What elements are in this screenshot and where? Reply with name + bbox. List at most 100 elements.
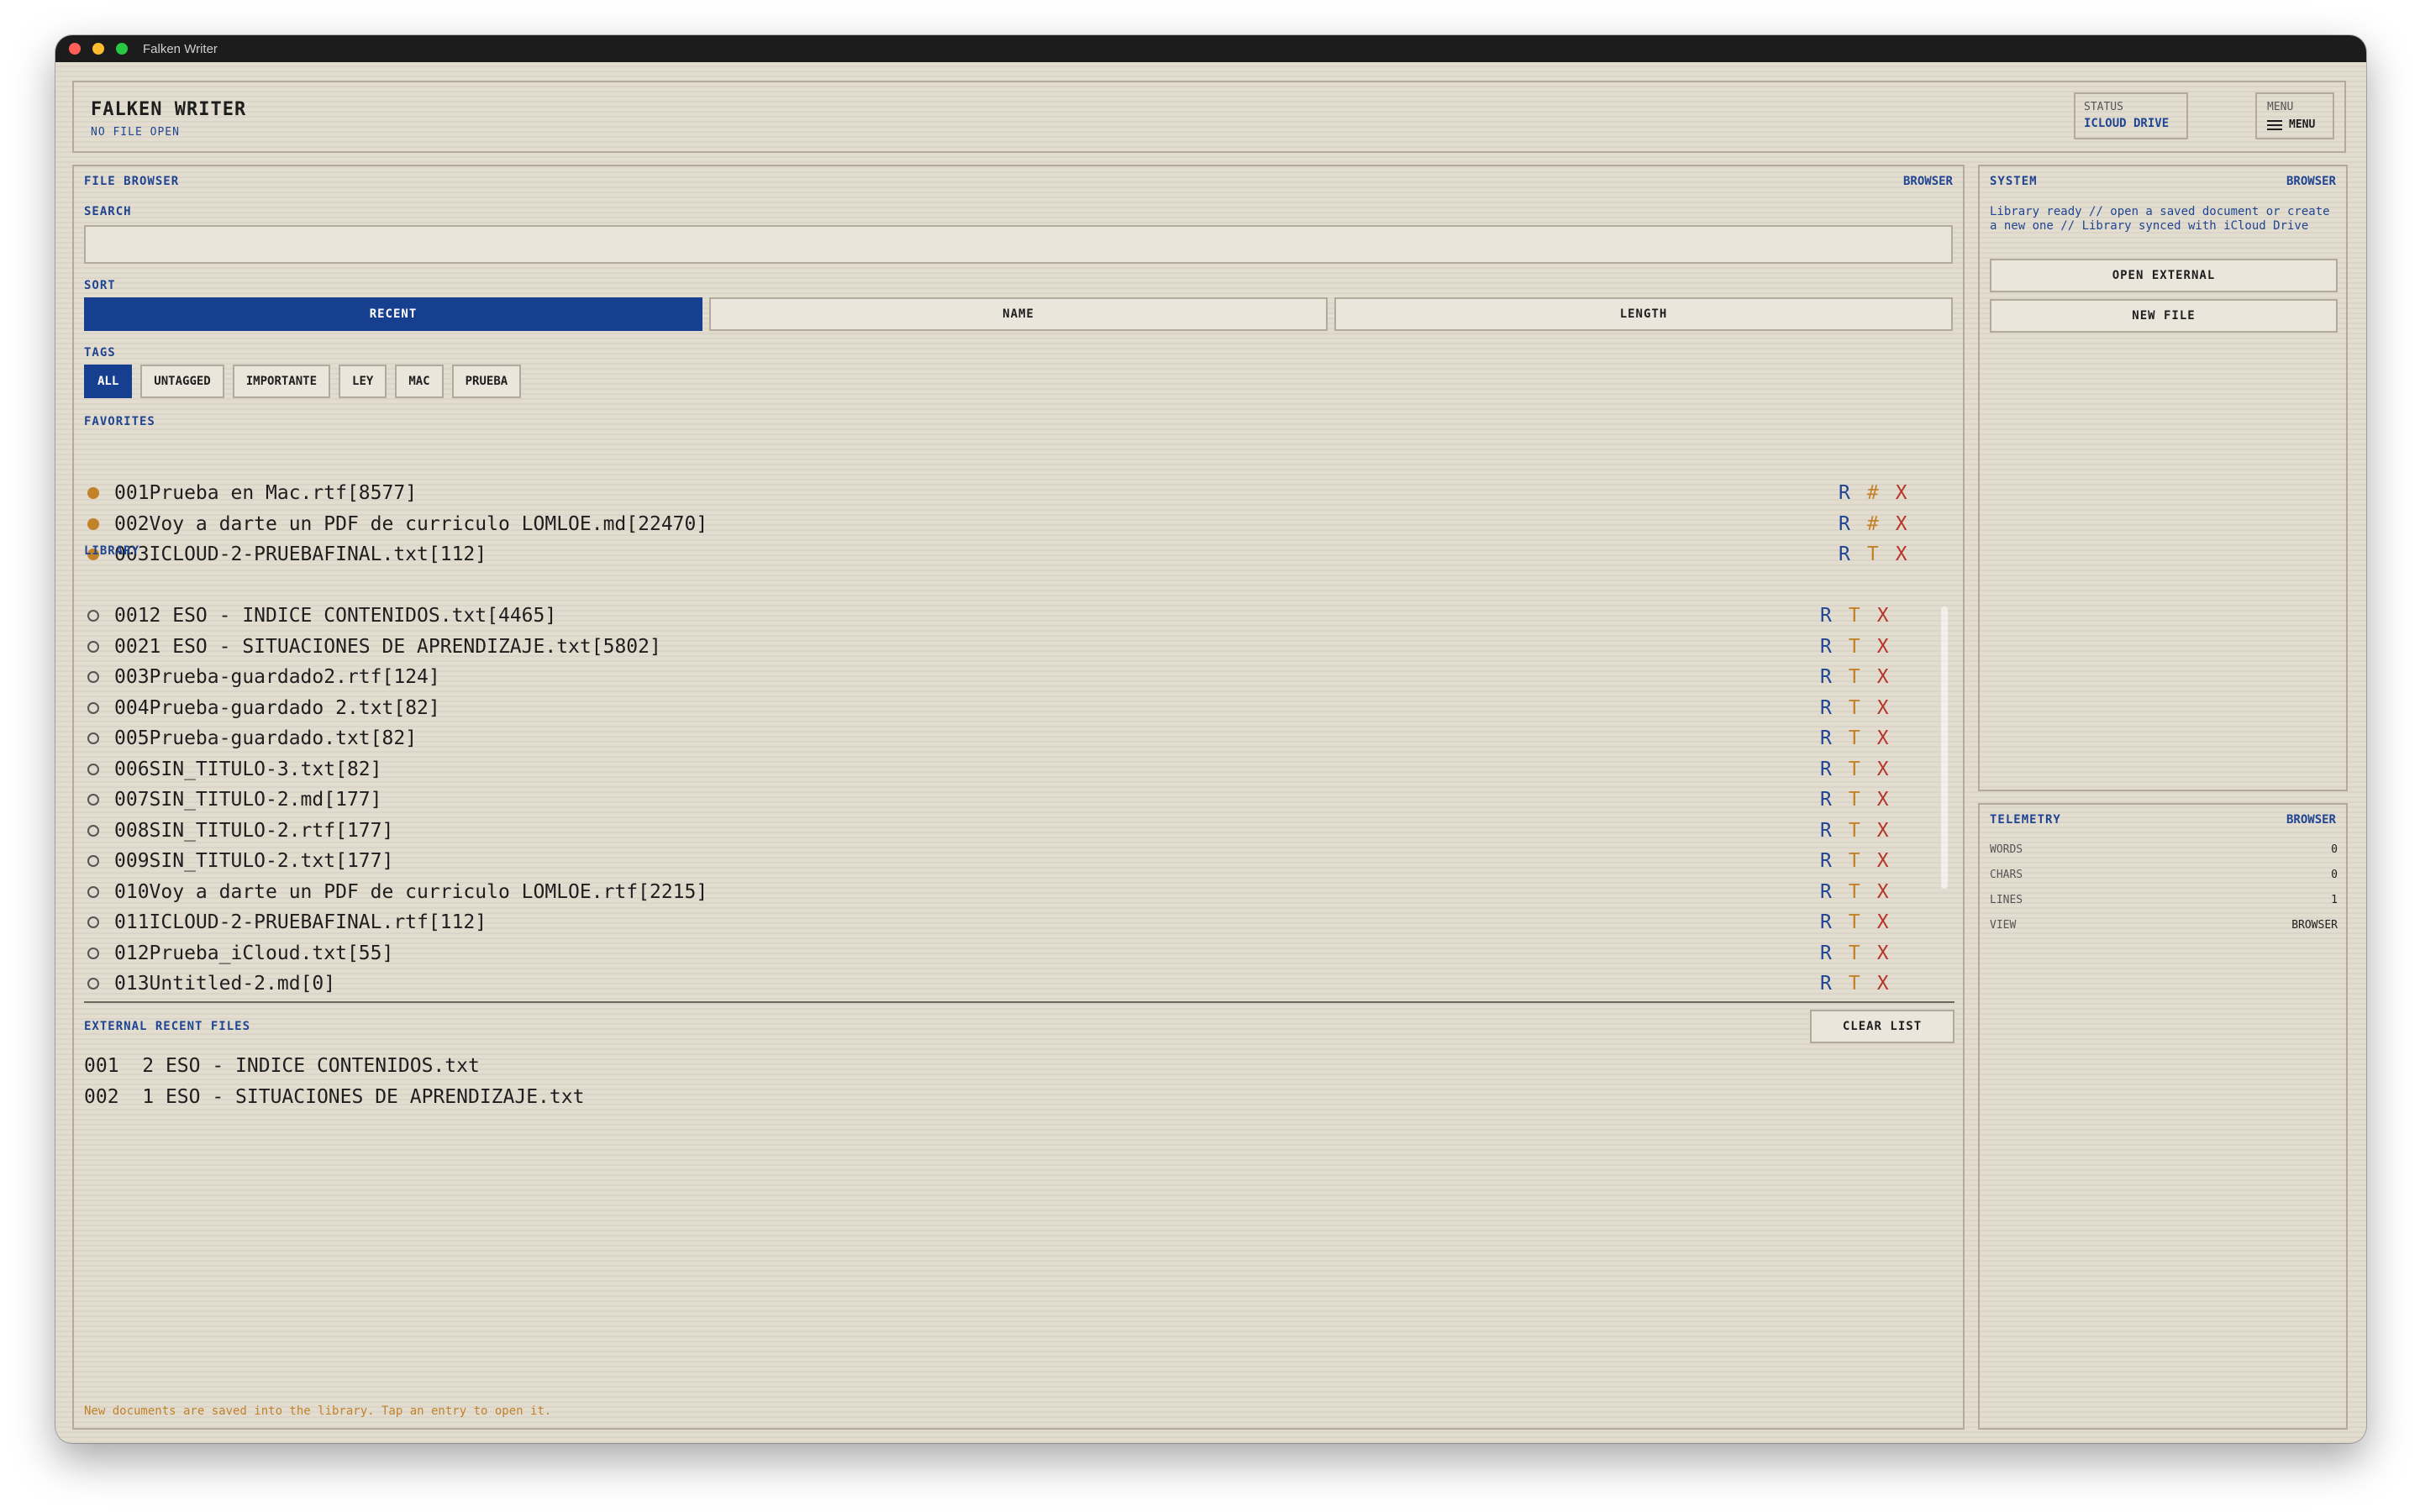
file-name: SIN_TITULO-2.rtf (149, 819, 336, 842)
tag-action-button[interactable]: T (1849, 973, 1860, 995)
tag-action-button[interactable]: T (1849, 605, 1860, 627)
minimize-window-button[interactable] (92, 43, 104, 55)
read-action-button[interactable]: R (1839, 513, 1850, 535)
tag-untagged[interactable]: UNTAGGED (140, 365, 224, 398)
search-input[interactable] (84, 225, 1953, 264)
read-action-button[interactable]: R (1820, 820, 1832, 842)
delete-action-button[interactable]: X (1877, 973, 1889, 995)
tag-action-button[interactable]: T (1849, 942, 1860, 964)
read-action-button[interactable]: R (1820, 881, 1832, 903)
delete-action-button[interactable]: X (1877, 605, 1889, 627)
tag-ley[interactable]: LEY (339, 365, 387, 398)
read-action-button[interactable]: R (1820, 666, 1832, 688)
delete-action-button[interactable]: X (1877, 881, 1889, 903)
read-action-button[interactable]: R (1820, 973, 1832, 995)
read-action-button[interactable]: R (1820, 850, 1832, 872)
telemetry-row: CHARS 0 (1990, 869, 2338, 881)
favorite-item[interactable]: 001 Prueba en Mac.rtf [8577] (84, 479, 417, 507)
external-file-item[interactable]: 002 1 ESO - SITUACIONES DE APRENDIZAJE.t… (84, 1086, 584, 1108)
delete-action-button[interactable]: X (1877, 850, 1889, 872)
tag-action-button[interactable]: T (1849, 911, 1860, 933)
row-actions: RTX (1820, 755, 1889, 784)
library-item[interactable]: 010 Voy a darte un PDF de curriculo LOML… (84, 878, 708, 906)
delete-action-button[interactable]: X (1896, 513, 1907, 535)
hamburger-icon (2267, 119, 2282, 130)
sort-length-button[interactable]: LENGTH (1334, 297, 1953, 331)
library-item[interactable]: 001 2 ESO - INDICE CONTENIDOS.txt [4465] (84, 601, 556, 630)
tag-action-button[interactable]: # (1867, 482, 1879, 504)
library-item[interactable]: 004 Prueba-guardado 2.txt [82] (84, 694, 440, 722)
clear-list-button[interactable]: CLEAR LIST (1810, 1010, 1954, 1043)
read-action-button[interactable]: R (1839, 482, 1850, 504)
delete-action-button[interactable]: X (1877, 820, 1889, 842)
read-action-button[interactable]: R (1820, 727, 1832, 749)
library-item[interactable]: 003 Prueba-guardado2.rtf [124] (84, 663, 440, 691)
read-action-button[interactable]: R (1839, 543, 1850, 565)
delete-action-button[interactable]: X (1877, 911, 1889, 933)
read-action-button[interactable]: R (1820, 911, 1832, 933)
library-item[interactable]: 002 1 ESO - SITUACIONES DE APRENDIZAJE.t… (84, 633, 661, 661)
open-external-button[interactable]: OPEN EXTERNAL (1990, 259, 2338, 292)
window-title: Falken Writer (143, 41, 218, 56)
maximize-window-button[interactable] (116, 43, 128, 55)
tag-prueba[interactable]: PRUEBA (451, 365, 522, 398)
tag-importante[interactable]: IMPORTANTE (232, 365, 331, 398)
delete-action-button[interactable]: X (1877, 636, 1889, 658)
library-item[interactable]: 008 SIN_TITULO-2.rtf [177] (84, 816, 393, 845)
sort-name-button[interactable]: NAME (709, 297, 1328, 331)
file-size: [82] (335, 758, 382, 780)
close-window-button[interactable] (69, 43, 81, 55)
library-item[interactable]: 007 SIN_TITULO-2.md [177] (84, 785, 382, 814)
new-file-button[interactable]: NEW FILE (1990, 299, 2338, 333)
library-item[interactable]: 006 SIN_TITULO-3.txt [82] (84, 755, 382, 784)
library-scrollbar[interactable] (1941, 606, 1948, 889)
file-size: [82] (393, 696, 440, 719)
delete-action-button[interactable]: X (1877, 666, 1889, 688)
menu-button-label: MENU (2289, 118, 2316, 131)
sort-recent-button[interactable]: RECENT (84, 297, 702, 331)
tags-label: TAGS (84, 346, 116, 360)
tag-action-button[interactable]: T (1849, 759, 1860, 780)
external-file-item[interactable]: 001 2 ESO - INDICE CONTENIDOS.txt (84, 1055, 480, 1077)
tag-action-button[interactable]: T (1849, 697, 1860, 719)
file-size: [2215] (638, 880, 708, 903)
tag-action-button[interactable]: T (1867, 543, 1879, 565)
tag-action-button[interactable]: T (1849, 789, 1860, 811)
menu-button[interactable]: MENU MENU (2255, 92, 2334, 139)
favorite-item[interactable]: 003 ICLOUD-2-PRUEBAFINAL.txt [112] (84, 540, 487, 569)
read-action-button[interactable]: R (1820, 759, 1832, 780)
tag-action-button[interactable]: # (1867, 513, 1879, 535)
telemetry-mode-label: BROWSER (2286, 813, 2336, 827)
file-number: 002 (84, 1085, 119, 1108)
file-name: ICLOUD-2-PRUEBAFINAL.rtf (149, 911, 429, 933)
read-action-button[interactable]: R (1820, 942, 1832, 964)
tag-action-button[interactable]: T (1849, 666, 1860, 688)
tag-action-button[interactable]: T (1849, 727, 1860, 749)
favorite-item[interactable]: 002 Voy a darte un PDF de curriculo LOML… (84, 510, 708, 538)
read-action-button[interactable]: R (1820, 697, 1832, 719)
tag-action-button[interactable]: T (1849, 881, 1860, 903)
delete-action-button[interactable]: X (1896, 482, 1907, 504)
tag-action-button[interactable]: T (1849, 820, 1860, 842)
tag-mac[interactable]: MAC (395, 365, 444, 398)
read-action-button[interactable]: R (1820, 789, 1832, 811)
library-item[interactable]: 013 Untitled-2.md [0] (84, 969, 335, 998)
telemetry-label: VIEW (1990, 919, 2017, 932)
library-item[interactable]: 011 ICLOUD-2-PRUEBAFINAL.rtf [112] (84, 908, 487, 937)
delete-action-button[interactable]: X (1896, 543, 1907, 565)
delete-action-button[interactable]: X (1877, 727, 1889, 749)
favorite-dot-icon (87, 517, 99, 530)
delete-action-button[interactable]: X (1877, 759, 1889, 780)
tag-action-button[interactable]: T (1849, 850, 1860, 872)
file-name: 2 ESO - INDICE CONTENIDOS.txt (149, 605, 487, 627)
delete-action-button[interactable]: X (1877, 697, 1889, 719)
tag-all[interactable]: ALL (84, 365, 133, 398)
delete-action-button[interactable]: X (1877, 942, 1889, 964)
read-action-button[interactable]: R (1820, 605, 1832, 627)
library-item[interactable]: 012 Prueba_iCloud.txt [55] (84, 939, 393, 968)
library-item[interactable]: 005 Prueba-guardado.txt [82] (84, 724, 417, 753)
delete-action-button[interactable]: X (1877, 789, 1889, 811)
tag-action-button[interactable]: T (1849, 636, 1860, 658)
library-item[interactable]: 009 SIN_TITULO-2.txt [177] (84, 847, 393, 875)
read-action-button[interactable]: R (1820, 636, 1832, 658)
